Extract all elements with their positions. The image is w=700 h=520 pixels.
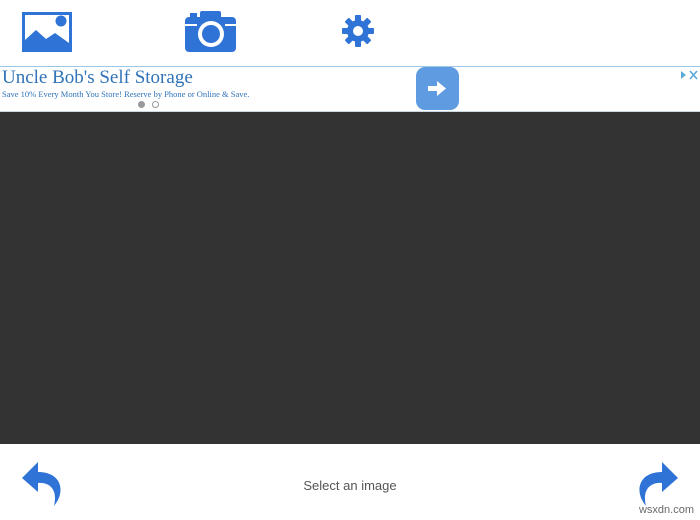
- image-gallery-icon[interactable]: [22, 12, 72, 52]
- undo-arrow-icon[interactable]: [20, 460, 66, 508]
- arrow-right-icon: [428, 81, 446, 96]
- ad-title[interactable]: Uncle Bob's Self Storage: [2, 67, 193, 89]
- ad-pagination: [138, 101, 162, 109]
- camera-icon[interactable]: [185, 11, 236, 52]
- ad-cta-button[interactable]: [416, 67, 459, 110]
- gear-icon[interactable]: [341, 14, 375, 48]
- image-canvas[interactable]: [0, 112, 700, 444]
- ad-banner[interactable]: Uncle Bob's Self Storage Save 10% Every …: [0, 66, 700, 112]
- ad-choices-close-icon[interactable]: [680, 67, 698, 80]
- watermark: wsxdn.com: [638, 504, 694, 516]
- bottom-bar: Select an image wsxdn.com: [0, 444, 700, 520]
- ad-page-dot-active[interactable]: [138, 101, 145, 108]
- redo-arrow-icon[interactable]: [634, 460, 680, 508]
- status-message: Select an image: [303, 478, 397, 493]
- ad-description[interactable]: Save 10% Every Month You Store! Reserve …: [2, 89, 249, 99]
- ad-page-dot[interactable]: [152, 101, 159, 108]
- top-toolbar: [0, 0, 700, 66]
